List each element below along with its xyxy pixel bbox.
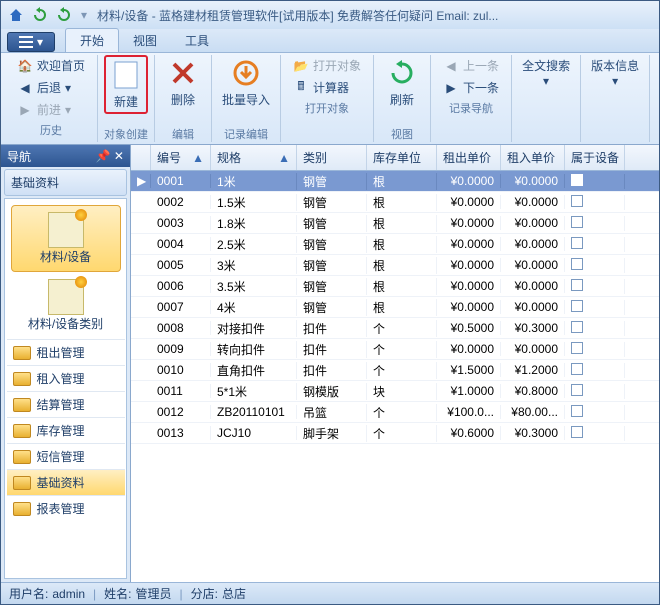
calculator-button[interactable]: 🖩计算器 <box>287 77 367 98</box>
next-record-button[interactable]: ▶下一条 <box>437 77 505 98</box>
col-in-price[interactable]: 租入单价 <box>501 145 565 170</box>
delete-icon <box>167 57 199 89</box>
tab-view[interactable]: 视图 <box>119 29 171 52</box>
version-info-button[interactable]: 版本信息▾ <box>587 55 643 90</box>
table-row[interactable]: 0013JCJ10脚手架个¥0.6000¥0.3000 <box>131 423 659 444</box>
table-row[interactable]: 0009转向扣件扣件个¥0.0000¥0.0000 <box>131 339 659 360</box>
sidebar-item[interactable]: 基础资料 <box>7 469 125 495</box>
open-object-button[interactable]: 📂打开对象 <box>287 55 367 76</box>
col-category[interactable]: 类别 <box>297 145 367 170</box>
folder-icon <box>13 476 31 490</box>
col-is-equip[interactable]: 属于设备 <box>565 145 625 170</box>
sidebar-item[interactable]: 报表管理 <box>7 495 125 521</box>
table-row[interactable]: 0012ZB20110101吊篮个¥100.0...¥80.00... <box>131 402 659 423</box>
new-button[interactable]: 新建 <box>104 55 148 114</box>
checkbox[interactable] <box>571 237 583 249</box>
sidebar: 导航📌 ✕ 基础资料 材料/设备 材料/设备类别 租出管理租入管理结算管理库存管… <box>1 145 131 582</box>
checkbox[interactable] <box>571 300 583 312</box>
data-grid: 编号▲ 规格▲ 类别 库存单位 租出单价 租入单价 属于设备 ▶00011米钢管… <box>131 145 659 582</box>
folder-icon <box>13 450 31 464</box>
sidebar-item[interactable]: 租出管理 <box>7 339 125 365</box>
sort-asc-icon: ▲ <box>192 151 204 165</box>
folder-icon <box>13 372 31 386</box>
grid-header: 编号▲ 规格▲ 类别 库存单位 租出单价 租入单价 属于设备 <box>131 145 659 171</box>
table-row[interactable]: 00053米钢管根¥0.0000¥0.0000 <box>131 255 659 276</box>
table-row[interactable]: 00042.5米钢管根¥0.0000¥0.0000 <box>131 234 659 255</box>
checkbox[interactable] <box>571 258 583 270</box>
prev-icon: ◀ <box>443 58 459 74</box>
reload-alt-icon[interactable] <box>53 5 75 25</box>
table-row[interactable]: 0010直角扣件扣件个¥1.5000¥1.2000 <box>131 360 659 381</box>
app-menu-button[interactable]: ▾ <box>7 32 55 52</box>
checkbox[interactable] <box>571 174 583 186</box>
table-row[interactable]: 00021.5米钢管根¥0.0000¥0.0000 <box>131 192 659 213</box>
tab-tools[interactable]: 工具 <box>171 29 223 52</box>
category-icon <box>48 279 84 315</box>
checkbox[interactable] <box>571 195 583 207</box>
ribbon-tabs: ▾ 开始 视图 工具 <box>1 29 659 53</box>
sidebar-big-category[interactable]: 材料/设备类别 <box>11 272 121 339</box>
refresh-icon <box>386 57 418 89</box>
window-title: 材料/设备 - 蓝格建材租赁管理软件[试用版本] 免费解答任何疑问 Email:… <box>97 7 655 24</box>
checkbox[interactable] <box>571 405 583 417</box>
reload-icon[interactable] <box>29 5 51 25</box>
home-icon[interactable] <box>5 5 27 25</box>
new-doc-icon <box>110 59 142 91</box>
status-bar: 用户名: admin | 姓名: 管理员 | 分店: 总店 <box>1 582 659 604</box>
folder-icon <box>13 346 31 360</box>
folder-icon <box>13 398 31 412</box>
folder-icon <box>13 502 31 516</box>
pin-icon[interactable]: 📌 ✕ <box>96 149 124 163</box>
import-button[interactable]: 批量导入 <box>218 55 274 110</box>
home-page-button[interactable]: 🏠欢迎首页 <box>11 55 91 76</box>
checkbox[interactable] <box>571 426 583 438</box>
folder-icon <box>13 424 31 438</box>
col-out-price[interactable]: 租出单价 <box>437 145 501 170</box>
checkbox[interactable] <box>571 342 583 354</box>
table-row[interactable]: 00115*1米钢模版块¥1.0000¥0.8000 <box>131 381 659 402</box>
checkbox[interactable] <box>571 279 583 291</box>
grid-body[interactable]: ▶00011米钢管根¥0.0000¥0.000000021.5米钢管根¥0.00… <box>131 171 659 582</box>
table-row[interactable]: 00031.8米钢管根¥0.0000¥0.0000 <box>131 213 659 234</box>
delete-button[interactable]: 删除 <box>161 55 205 110</box>
row-selector-header[interactable] <box>131 145 151 170</box>
sidebar-item[interactable]: 租入管理 <box>7 365 125 391</box>
open-icon: 📂 <box>293 58 309 74</box>
calc-icon: 🖩 <box>293 80 309 96</box>
ribbon: 🏠欢迎首页 ◀后退 ▾ ▶前进 ▾ 历史 新建 对象创建 删除 编辑 批量导入 … <box>1 53 659 145</box>
sidebar-item[interactable]: 短信管理 <box>7 443 125 469</box>
sidebar-group-base[interactable]: 基础资料 <box>4 169 127 196</box>
prev-record-button[interactable]: ◀上一条 <box>437 55 505 76</box>
sort-asc-icon: ▲ <box>278 151 290 165</box>
back-button[interactable]: ◀后退 ▾ <box>11 77 91 98</box>
checkbox[interactable] <box>571 321 583 333</box>
next-icon: ▶ <box>443 80 459 96</box>
import-icon <box>230 57 262 89</box>
checkbox[interactable] <box>571 384 583 396</box>
fulltext-search-button[interactable]: 全文搜索▾ <box>518 55 574 90</box>
tab-start[interactable]: 开始 <box>65 28 119 52</box>
forward-icon: ▶ <box>17 102 33 118</box>
sidebar-big-material[interactable]: 材料/设备 <box>11 205 121 272</box>
back-icon: ◀ <box>17 80 33 96</box>
col-unit[interactable]: 库存单位 <box>367 145 437 170</box>
refresh-button[interactable]: 刷新 <box>380 55 424 110</box>
sidebar-item[interactable]: 结算管理 <box>7 391 125 417</box>
home-icon: 🏠 <box>17 58 33 74</box>
table-row[interactable]: 0008对接扣件扣件个¥0.5000¥0.3000 <box>131 318 659 339</box>
checkbox[interactable] <box>571 216 583 228</box>
checkbox[interactable] <box>571 363 583 375</box>
forward-button[interactable]: ▶前进 ▾ <box>11 99 91 120</box>
main-area: 导航📌 ✕ 基础资料 材料/设备 材料/设备类别 租出管理租入管理结算管理库存管… <box>1 145 659 582</box>
sidebar-title: 导航📌 ✕ <box>1 145 130 167</box>
table-row[interactable]: 00074米钢管根¥0.0000¥0.0000 <box>131 297 659 318</box>
titlebar: ▾ 材料/设备 - 蓝格建材租赁管理软件[试用版本] 免费解答任何疑问 Emai… <box>1 1 659 29</box>
col-id[interactable]: 编号▲ <box>151 145 211 170</box>
table-row[interactable]: 00063.5米钢管根¥0.0000¥0.0000 <box>131 276 659 297</box>
table-row[interactable]: ▶00011米钢管根¥0.0000¥0.0000 <box>131 171 659 192</box>
sidebar-item[interactable]: 库存管理 <box>7 417 125 443</box>
material-icon <box>48 212 84 248</box>
col-spec[interactable]: 规格▲ <box>211 145 297 170</box>
